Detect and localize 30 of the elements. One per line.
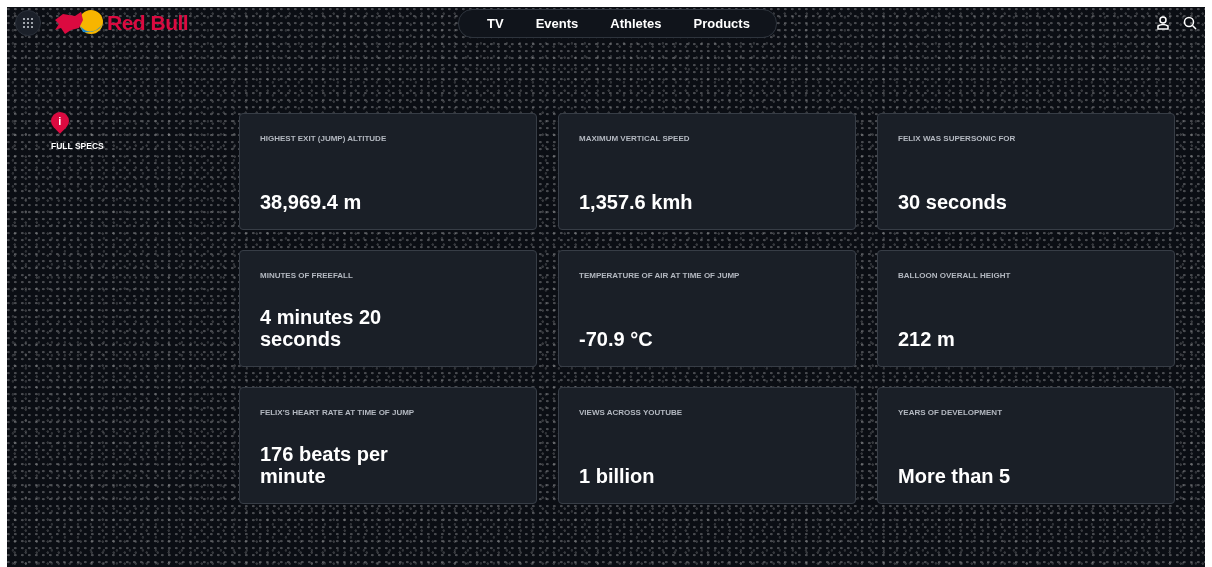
nav-link[interactable]: Athletes <box>610 16 662 31</box>
stat-value: 1 billion <box>579 465 656 487</box>
nav-link[interactable]: TV <box>487 16 504 31</box>
stat-value: 212 m <box>898 328 956 350</box>
stat-label: MINUTES OF FREEFALL <box>260 271 354 280</box>
search-icon <box>1183 16 1197 30</box>
stat-label: VIEWS ACROSS YOUTUBE <box>579 408 684 417</box>
stat-label: BALLOON OVERALL HEIGHT <box>898 271 1012 280</box>
section-label: FULL SPECS <box>51 141 104 151</box>
stat-label: YEARS OF DEVELOPMENT <box>898 408 1003 417</box>
stat-label: HIGHEST EXIT (JUMP) ALTITUDE <box>260 134 388 143</box>
stat-value: 1,357.6 kmh <box>579 191 694 213</box>
stat-value: 4 minutes 20 seconds <box>260 306 383 350</box>
user-icon <box>1157 16 1169 30</box>
apps-icon <box>23 18 33 28</box>
logo-text[interactable]: Red Bull <box>107 11 189 35</box>
stat-value: 30 seconds <box>898 191 1008 213</box>
search-button[interactable] <box>1183 16 1197 30</box>
nav-link[interactable]: Products <box>693 16 750 31</box>
stat-value: 38,969.4 m <box>260 191 363 213</box>
stat-label: FELIX WAS SUPERSONIC FOR <box>898 134 1017 143</box>
nav-link[interactable]: Events <box>535 16 579 31</box>
stat-label: MAXIMUM VERTICAL SPEED <box>579 134 691 143</box>
stat-label: TEMPERATURE OF AIR AT TIME OF JUMP <box>579 271 741 280</box>
menu-button[interactable] <box>15 10 41 36</box>
stat-value: More than 5 <box>898 465 1012 487</box>
stat-value: -70.9 °C <box>579 328 654 350</box>
stat-value: 176 beats per minute <box>260 443 389 487</box>
stat-label: FELIX'S HEART RATE AT TIME OF JUMP <box>260 408 416 417</box>
account-button[interactable] <box>1157 16 1169 30</box>
